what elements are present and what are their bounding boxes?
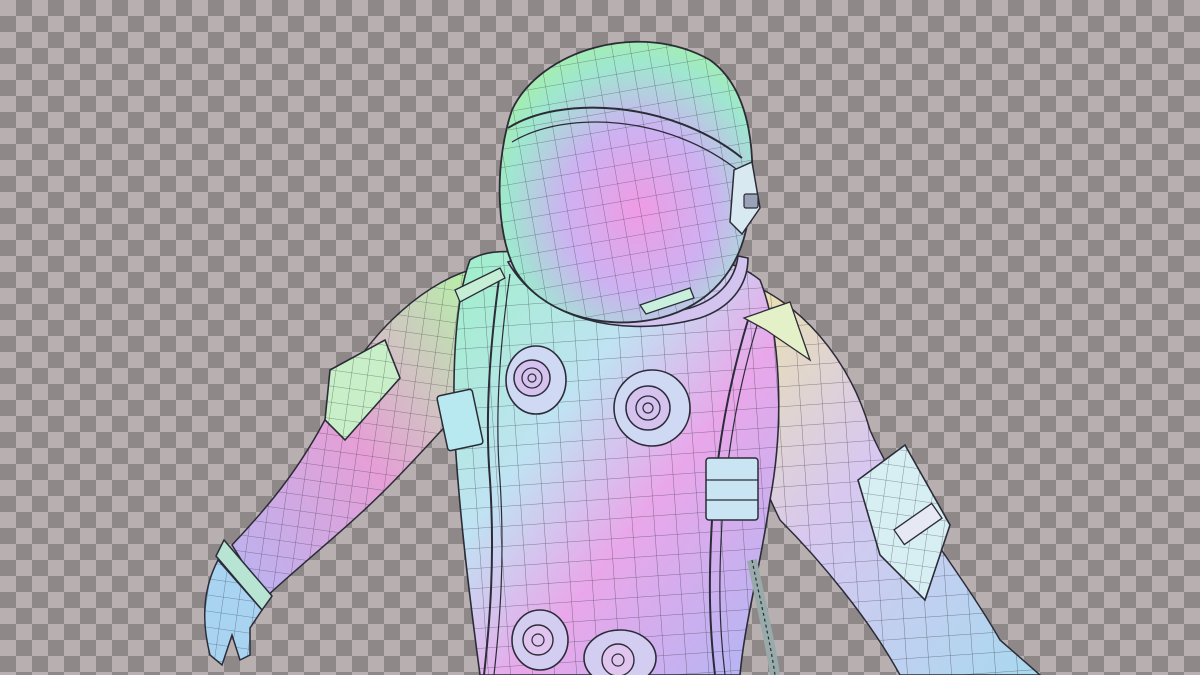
right-arm — [729, 278, 1042, 675]
upper-left-chest-valve — [505, 345, 567, 415]
right-chest-buckle — [705, 457, 759, 521]
upper-right-chest-valve — [613, 369, 691, 447]
side-hose — [747, 559, 780, 675]
left-arm — [204, 268, 471, 667]
astronaut-wireframe-model[interactable] — [0, 0, 1200, 675]
transparency-checkerboard-viewport — [0, 0, 1200, 675]
lower-left-suit-valve — [511, 609, 569, 671]
helmet — [498, 40, 761, 324]
